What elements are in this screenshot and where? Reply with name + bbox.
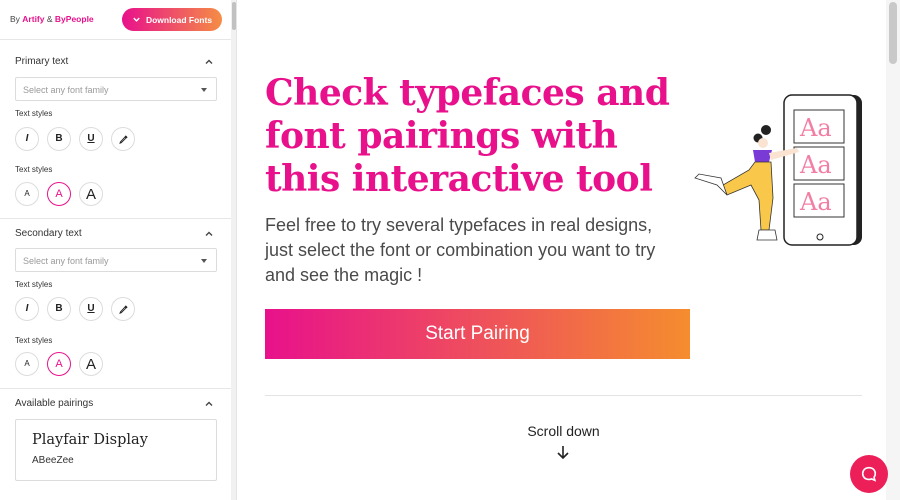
bold-glyph: B	[55, 303, 63, 314]
primary-text-title: Primary text	[15, 56, 69, 67]
bold-button[interactable]: B	[47, 297, 71, 321]
eyedropper-icon	[118, 304, 128, 314]
bold-button[interactable]: B	[47, 127, 71, 151]
underline-glyph: U	[87, 133, 95, 144]
chat-button[interactable]	[850, 455, 888, 493]
underline-button[interactable]: U	[79, 127, 103, 151]
pairings-title: Available pairings	[15, 398, 94, 409]
secondary-text-header[interactable]: Secondary text	[0, 219, 236, 249]
chevron-down-icon	[133, 17, 140, 22]
italic-glyph: I	[25, 133, 29, 144]
arrow-down-icon[interactable]	[555, 444, 571, 460]
italic-button[interactable]: I	[15, 127, 39, 151]
chevron-up-icon[interactable]	[204, 399, 214, 409]
underline-glyph: U	[87, 303, 95, 314]
secondary-text-title: Secondary text	[15, 228, 82, 239]
divider	[265, 395, 862, 396]
size-small-glyph: A	[24, 189, 30, 198]
scroll-down-label[interactable]: Scroll down	[237, 423, 890, 439]
pairing-card[interactable]: Playfair Display ABeeZee	[15, 419, 217, 481]
bold-glyph: B	[55, 133, 63, 144]
size-small-button[interactable]: A	[15, 352, 39, 376]
caret-down-icon	[201, 88, 207, 92]
size-large-glyph: A	[85, 355, 96, 373]
by-prefix: By	[10, 14, 20, 24]
primary-text-section: Primary text Select any font family Text…	[0, 40, 236, 219]
secondary-font-select[interactable]: Select any font family	[15, 248, 217, 272]
sidebar-scroll-thumb[interactable]	[232, 2, 236, 30]
eyedropper-icon	[118, 134, 128, 144]
secondary-sizes-label: Text styles	[15, 336, 53, 345]
size-small-button[interactable]: A	[15, 182, 39, 206]
chat-bubble-icon	[861, 466, 877, 482]
typography-illustration: Aa Aa Aa	[694, 94, 862, 246]
underline-button[interactable]: U	[79, 297, 103, 321]
size-large-button[interactable]: A	[79, 352, 103, 376]
page-scrollbar[interactable]	[886, 0, 900, 500]
brand-artify-link[interactable]: Artify	[22, 14, 44, 24]
size-medium-glyph: A	[55, 357, 63, 370]
byline: By Artify & ByPeople	[10, 14, 94, 24]
size-large-button[interactable]: A	[79, 182, 103, 206]
hero-subtext: Feel free to try several typefaces in re…	[265, 215, 656, 285]
size-large-glyph: A	[85, 185, 96, 203]
page-scroll-thumb[interactable]	[889, 2, 897, 64]
primary-select-placeholder: Select any font family	[23, 85, 109, 95]
ampersand: &	[46, 14, 53, 24]
secondary-styles-label: Text styles	[15, 280, 53, 289]
start-pairing-button[interactable]: Start Pairing	[265, 309, 690, 359]
italic-button[interactable]: I	[15, 297, 39, 321]
size-medium-button[interactable]: A	[47, 182, 71, 206]
size-small-glyph: A	[24, 359, 30, 368]
primary-text-header[interactable]: Primary text	[0, 40, 236, 70]
primary-styles-label: Text styles	[15, 109, 53, 118]
primary-sizes-label: Text styles	[15, 165, 53, 174]
pairing-body-font: ABeeZee	[32, 455, 74, 466]
chevron-up-icon[interactable]	[204, 57, 214, 67]
secondary-select-placeholder: Select any font family	[23, 256, 109, 266]
primary-font-select[interactable]: Select any font family	[15, 77, 217, 101]
tile-aa-2: Aa	[799, 151, 832, 179]
chevron-up-icon[interactable]	[204, 229, 214, 239]
caret-down-icon	[201, 259, 207, 263]
tile-aa-1: Aa	[799, 114, 832, 142]
download-fonts-button[interactable]: Download Fonts	[122, 8, 222, 31]
size-medium-button[interactable]: A	[47, 352, 71, 376]
color-picker-button[interactable]	[111, 297, 135, 321]
main-content: Check typefaces and font pairings with t…	[237, 0, 900, 500]
size-medium-glyph: A	[55, 187, 63, 200]
brand-bypeople-link[interactable]: ByPeople	[55, 14, 94, 24]
tile-aa-3: Aa	[799, 188, 832, 216]
hero-headline: Check typefaces and font pairings with t…	[265, 72, 670, 200]
pairing-heading-font: Playfair Display	[32, 432, 148, 448]
color-picker-button[interactable]	[111, 127, 135, 151]
italic-glyph: I	[25, 303, 29, 314]
sidebar-topbar: By Artify & ByPeople Download Fonts	[0, 0, 236, 40]
download-fonts-label: Download Fonts	[145, 14, 213, 25]
sidebar: By Artify & ByPeople Download Fonts Prim…	[0, 0, 237, 500]
secondary-text-section: Secondary text Select any font family Te…	[0, 219, 236, 389]
